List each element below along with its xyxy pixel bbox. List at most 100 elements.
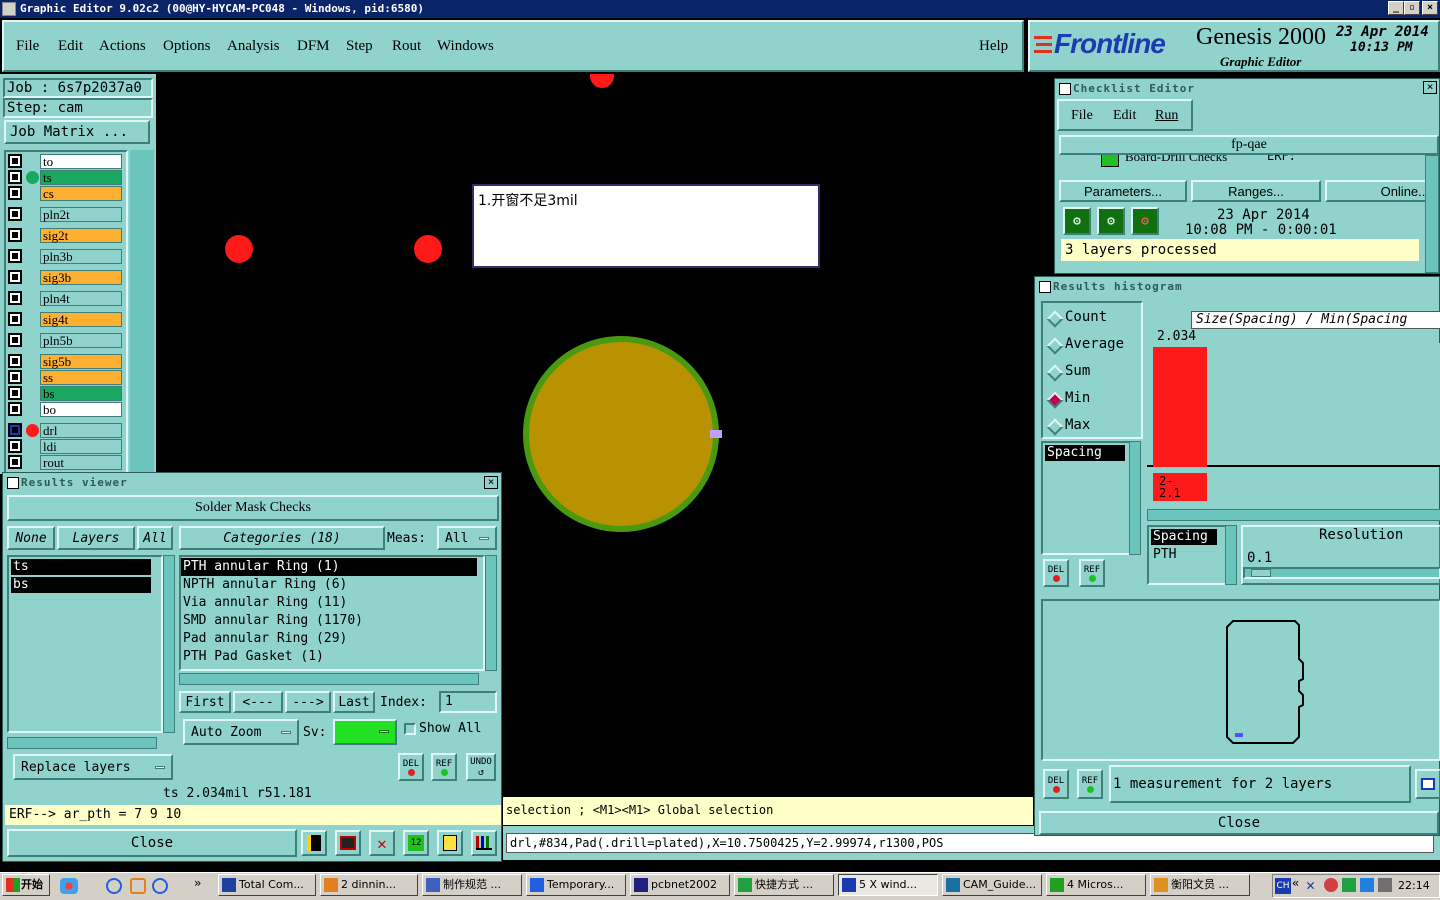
tray-x-icon[interactable]: ✕	[1306, 876, 1315, 894]
layer-name[interactable]: bo	[40, 402, 122, 417]
layer-row-sig2t[interactable]: sig2t	[8, 228, 122, 243]
layer-checkbox[interactable]	[8, 354, 22, 368]
layer-name[interactable]: sig4t	[40, 312, 122, 327]
hist-del-button-2[interactable]: DEL	[1043, 769, 1069, 799]
layer-checkbox[interactable]	[8, 423, 22, 437]
menu-edit[interactable]: Edit	[58, 38, 83, 55]
layer-row-sig3b[interactable]: sig3b	[8, 270, 122, 285]
menu-file[interactable]: File	[16, 38, 39, 55]
ref-button[interactable]: REF	[431, 753, 457, 781]
taskbar-item[interactable]: CAM_Guide...	[942, 874, 1042, 896]
menu-options[interactable]: Options	[163, 38, 211, 55]
taskbar-item[interactable]: 快捷方式 ...	[734, 874, 834, 896]
tray-network-icon[interactable]	[1342, 878, 1356, 892]
layer-checkbox[interactable]	[8, 455, 22, 469]
layer-checkbox[interactable]	[8, 186, 22, 200]
category-item[interactable]: Pad annular Ring (29)	[181, 630, 477, 648]
none-button[interactable]: None	[7, 526, 55, 550]
layer-name[interactable]: sig3b	[40, 270, 122, 285]
category-item[interactable]: SMD annular Ring (1170)	[181, 612, 477, 630]
menu-actions[interactable]: Actions	[99, 38, 146, 55]
menu-step[interactable]: Step	[346, 38, 373, 55]
tool-pin-icon[interactable]	[301, 830, 327, 856]
menu-help[interactable]: Help	[979, 38, 1008, 55]
spacing-item[interactable]: Spacing	[1151, 529, 1217, 545]
layer-list-hscroll[interactable]	[7, 737, 157, 749]
layer-name[interactable]: ss	[40, 370, 122, 385]
parameters-button[interactable]: Parameters...	[1059, 180, 1187, 202]
layer-name[interactable]: sig2t	[40, 228, 122, 243]
layer-name[interactable]: pln5b	[40, 333, 122, 348]
layer-checkbox[interactable]	[8, 270, 22, 284]
prev-button[interactable]: <---	[233, 691, 283, 713]
layer-name[interactable]: rout	[40, 455, 122, 470]
close-window-button[interactable]: ×	[1422, 1, 1438, 15]
rv-layer-item[interactable]: bs	[11, 577, 151, 593]
tray-expand-icon[interactable]: «	[1292, 876, 1299, 890]
first-button[interactable]: First	[179, 691, 231, 713]
checklist-menu-run[interactable]: Run	[1155, 108, 1178, 124]
hist-close-button[interactable]: Close	[1039, 811, 1439, 835]
spacing-list-scroll[interactable]	[1129, 441, 1141, 555]
resolution-slider[interactable]	[1243, 567, 1440, 579]
layer-name[interactable]: pln3b	[40, 249, 122, 264]
tool-report-icon[interactable]	[437, 830, 463, 856]
del-button[interactable]: DEL	[398, 753, 424, 781]
layer-row-to[interactable]: to	[8, 154, 122, 169]
layer-checkbox[interactable]	[8, 154, 22, 168]
taskbar-item[interactable]: pcbnet2002	[630, 874, 730, 896]
category-item[interactable]: Via annular Ring (11)	[181, 594, 477, 612]
category-item[interactable]: PTH Pad Gasket (1)	[181, 648, 477, 666]
layer-name[interactable]: cs	[40, 186, 122, 201]
tray-security-icon[interactable]	[1360, 878, 1374, 892]
layer-list-scroll[interactable]	[130, 150, 154, 474]
results-viewer-close-icon[interactable]: ×	[484, 476, 498, 489]
layer-name[interactable]: ts	[40, 170, 122, 185]
layer-row-pln2t[interactable]: pln2t	[8, 207, 122, 222]
spacing-list-item[interactable]: Spacing	[1045, 445, 1125, 461]
online-button[interactable]: Online...	[1325, 180, 1435, 202]
category-item[interactable]: PTH annular Ring (1)	[181, 558, 477, 576]
layers-button[interactable]: Layers	[57, 526, 135, 550]
hist-export-icon[interactable]	[1415, 769, 1440, 799]
layer-checkbox[interactable]	[8, 370, 22, 384]
tool-exclude-icon[interactable]: ✕	[369, 830, 395, 856]
checklist-vscroll[interactable]	[1425, 155, 1439, 273]
ql-group-icon[interactable]	[60, 878, 78, 894]
tool-display-icon[interactable]	[335, 830, 361, 856]
meas-select[interactable]: All	[437, 526, 497, 550]
ql-browser-icon[interactable]	[152, 878, 168, 894]
index-input[interactable]: 1	[439, 691, 497, 713]
taskbar-item[interactable]: 5 X wind...	[838, 874, 938, 896]
layer-checkbox[interactable]	[8, 170, 22, 184]
minimize-button[interactable]: _	[1388, 1, 1404, 15]
next-button[interactable]: --->	[285, 691, 331, 713]
layer-row-rout[interactable]: rout	[8, 455, 122, 470]
pad-top[interactable]	[590, 74, 614, 88]
layer-list-scrollbar[interactable]	[163, 555, 175, 733]
layer-checkbox[interactable]	[8, 249, 22, 263]
menu-dfm[interactable]: DFM	[297, 38, 330, 55]
job-matrix-button[interactable]: Job Matrix ...	[4, 120, 150, 144]
replace-layers-select[interactable]: Replace layers	[13, 754, 173, 780]
taskbar-item[interactable]: Temporary...	[526, 874, 626, 896]
layer-checkbox[interactable]	[8, 333, 22, 347]
categories-hscroll[interactable]	[179, 673, 479, 685]
layer-row-bo[interactable]: bo	[8, 402, 122, 417]
layer-row-sig4t[interactable]: sig4t	[8, 312, 122, 327]
tool-histogram-icon[interactable]	[471, 830, 497, 856]
layer-row-pln3b[interactable]: pln3b	[8, 249, 122, 264]
ql-ie-icon[interactable]	[106, 878, 122, 894]
layer-name[interactable]: sig5b	[40, 354, 122, 369]
layer-name[interactable]: pln2t	[40, 207, 122, 222]
spacing-pth-scroll[interactable]	[1225, 525, 1237, 585]
tray-clock[interactable]: 22:14	[1398, 879, 1430, 892]
maximize-button[interactable]: ▫	[1404, 1, 1420, 15]
layer-name[interactable]: bs	[40, 386, 122, 401]
layer-row-drl[interactable]: drl	[8, 423, 122, 438]
layer-row-cs[interactable]: cs	[8, 186, 122, 201]
ql-app-icon[interactable]	[130, 878, 146, 894]
tool-sequence-icon[interactable]: 12	[403, 830, 429, 856]
taskbar-item[interactable]: Total Com...	[218, 874, 316, 896]
all-layers-button[interactable]: All	[137, 526, 173, 550]
